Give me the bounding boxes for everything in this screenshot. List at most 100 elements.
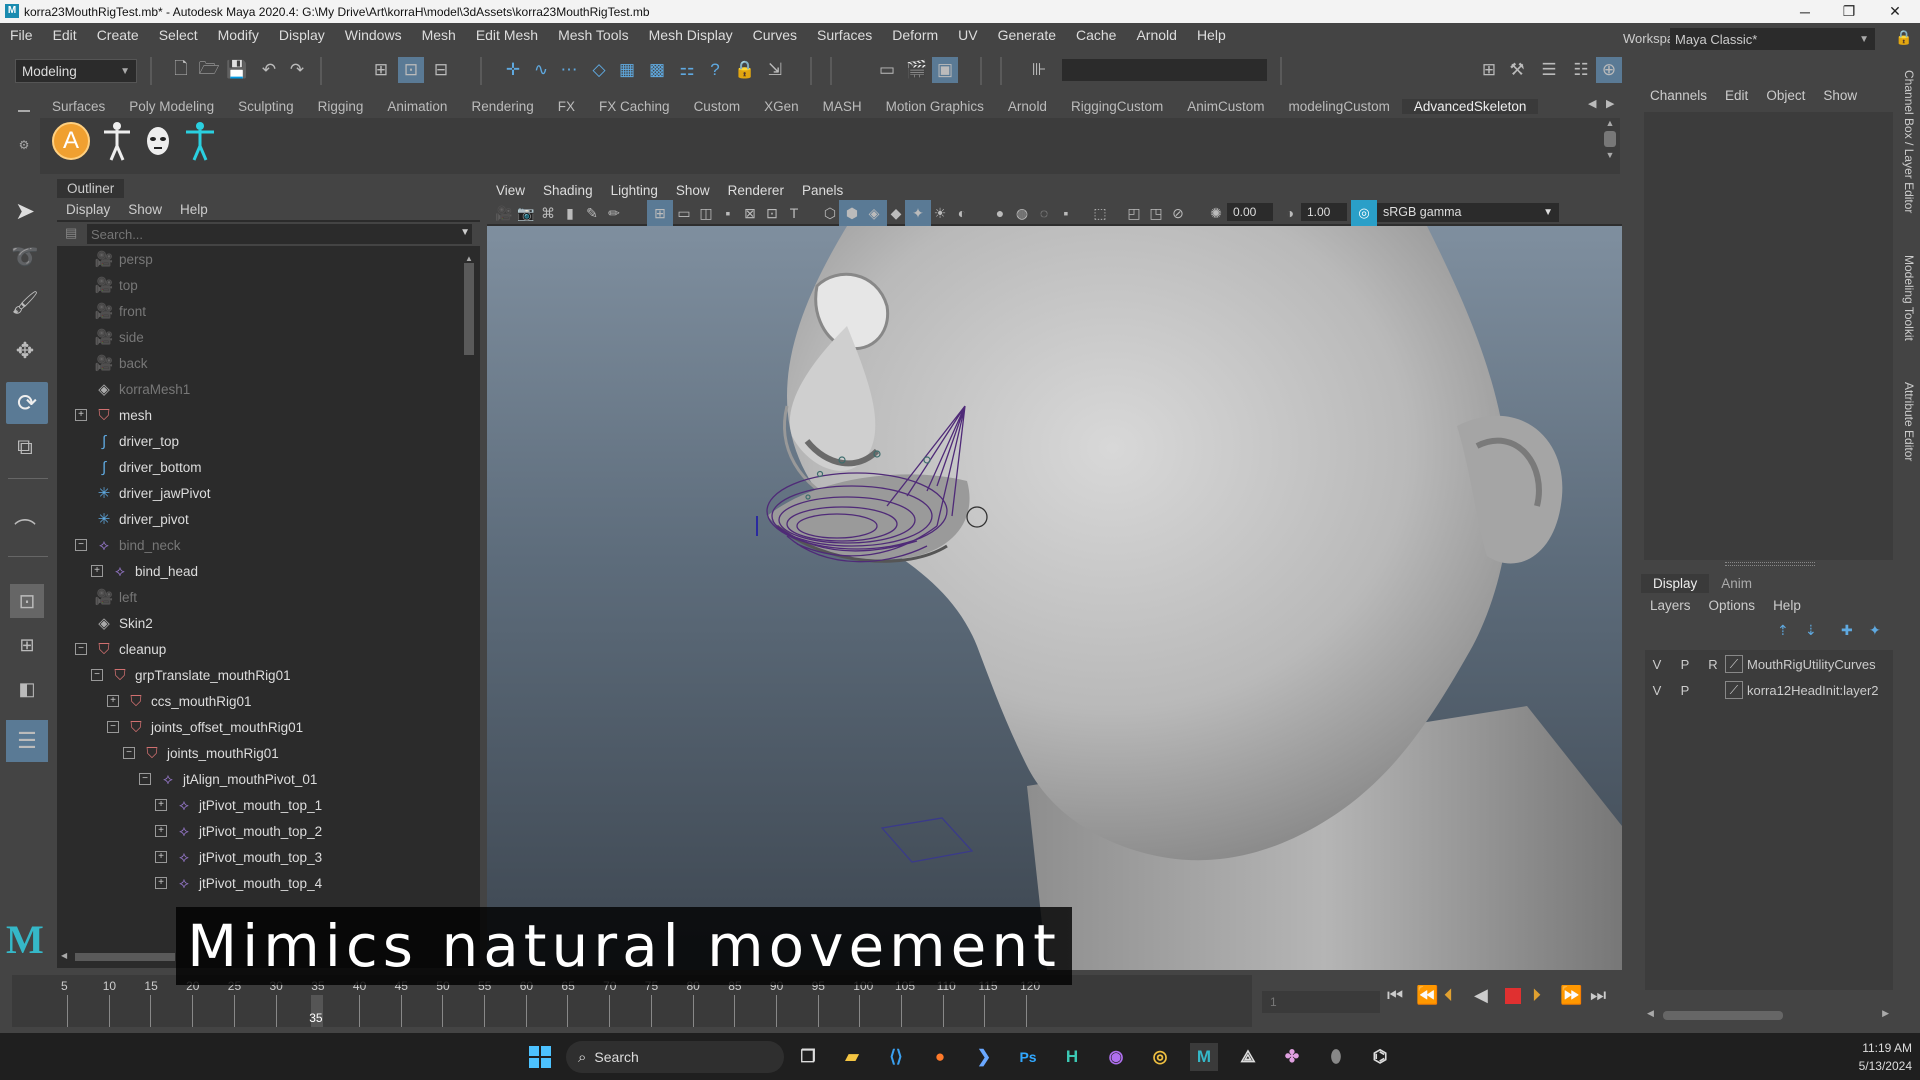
audio-app-icon[interactable]: ⬮ [1322, 1043, 1350, 1071]
menu-uv[interactable]: UV [948, 27, 987, 43]
pose-tool-icon[interactable] [183, 120, 217, 162]
move-tool-icon[interactable]: ✥ [12, 338, 38, 364]
side-tab-attribute-editor[interactable]: Attribute Editor [1902, 382, 1916, 461]
channel-box-menu-object[interactable]: Object [1757, 88, 1814, 103]
channel-box-menu-channels[interactable]: Channels [1641, 88, 1716, 103]
menu-mesh-display[interactable]: Mesh Display [639, 27, 743, 43]
ipr-render-icon[interactable]: ▣ [932, 57, 958, 83]
menu-mesh-tools[interactable]: Mesh Tools [548, 27, 639, 43]
expand-icon[interactable]: + [75, 409, 87, 421]
new-scene-icon[interactable]: 🗋 [168, 57, 194, 83]
channel-box-menu-edit[interactable]: Edit [1716, 88, 1757, 103]
step-forward-key-icon[interactable]: ⏵ [1532, 985, 1541, 1006]
stop-icon[interactable] [1505, 988, 1521, 1004]
snap-view-plane-icon[interactable]: ◇ [586, 57, 612, 83]
shelf-tab-rigging[interactable]: Rigging [306, 99, 376, 114]
side-tab-channel-box[interactable]: Channel Box / Layer Editor [1902, 70, 1916, 213]
layer-tab-display[interactable]: Display [1641, 573, 1710, 593]
render-view-icon[interactable]: ▭ [874, 57, 900, 83]
outliner-item[interactable]: + ⟡ jtPivot_mouth_top_3 [57, 844, 322, 870]
outliner-item[interactable]: ∫ driver_bottom [57, 454, 202, 480]
outliner-menu-help[interactable]: Help [171, 202, 217, 217]
outliner-item[interactable]: + ⟡ jtPivot_mouth_top_4 [57, 870, 322, 896]
collapse-icon[interactable]: − [75, 643, 87, 655]
outliner-item[interactable]: + ⟡ jtPivot_mouth_top_1 [57, 792, 322, 818]
shelf-options-icon[interactable]: ⚙ [14, 100, 34, 170]
menu-mesh[interactable]: Mesh [412, 27, 466, 43]
create-layer-from-selected-icon[interactable]: ✦ [1869, 622, 1881, 639]
viewport-menu-lighting[interactable]: Lighting [602, 183, 667, 198]
outliner-menu-display[interactable]: Display [57, 202, 119, 217]
minimize-button[interactable]: ─ [1782, 0, 1828, 23]
firefox-icon[interactable]: ● [926, 1043, 954, 1071]
gamma-field[interactable]: 1.00 [1301, 203, 1347, 221]
snap-live-icon[interactable]: ▦ [614, 57, 640, 83]
filter-icon[interactable]: ▤ [65, 225, 77, 241]
collapse-icon[interactable]: − [107, 721, 119, 733]
shelf-tab-rendering[interactable]: Rendering [459, 99, 545, 114]
side-tab-modeling-toolkit[interactable]: Modeling Toolkit [1902, 255, 1916, 341]
select-component-icon[interactable]: ⊟ [428, 57, 454, 83]
shelf-tab-custom[interactable]: Custom [682, 99, 753, 114]
outliner-item[interactable]: − ⛉ joints_mouthRig01 [57, 740, 279, 766]
help-icon[interactable]: ? [702, 57, 728, 83]
menu-curves[interactable]: Curves [743, 27, 807, 43]
shelf-tab-arnold[interactable]: Arnold [996, 99, 1059, 114]
outliner-scrollbar[interactable]: ▲ [463, 254, 475, 968]
shelf-tab-animcustom[interactable]: AnimCustom [1175, 99, 1276, 114]
collapse-icon[interactable]: − [123, 747, 135, 759]
outliner-item[interactable]: − ⟡ bind_neck [57, 532, 181, 558]
collapse-icon[interactable]: − [139, 773, 151, 785]
go-to-start-icon[interactable]: ⏮ [1387, 985, 1403, 1006]
xray-joints-toggle-icon[interactable]: ⊘ [1165, 200, 1191, 226]
symmetry-icon[interactable]: ⚏ [674, 57, 700, 83]
render-frame-icon[interactable]: 🎬 [904, 57, 930, 83]
outliner-item[interactable]: + ⟡ jtPivot_mouth_top_2 [57, 818, 322, 844]
attribute-editor-toggle-icon[interactable]: ⊞ [1476, 57, 1502, 83]
shelf-tab-poly-modeling[interactable]: Poly Modeling [117, 99, 226, 114]
shelf-tab-animation[interactable]: Animation [375, 99, 459, 114]
layer-reference-toggle[interactable]: R [1701, 657, 1725, 672]
workspace-dropdown[interactable]: Maya Classic* ▼ [1670, 28, 1875, 50]
task-view-icon[interactable]: ❐ [794, 1043, 822, 1071]
collapse-icon[interactable]: − [75, 539, 87, 551]
layer-editor-hscrollbar[interactable]: ◀ ▶ [1645, 1008, 1893, 1022]
modeling-toolkit-toggle-icon[interactable]: ⊪ [1026, 57, 1052, 83]
outliner-item[interactable]: + ⟡ bind_head [57, 558, 198, 584]
select-hierarchy-icon[interactable]: ⊞ [368, 57, 394, 83]
menu-help[interactable]: Help [1187, 27, 1236, 43]
menu-generate[interactable]: Generate [988, 27, 1066, 43]
viewport-menu-renderer[interactable]: Renderer [719, 183, 793, 198]
layer-playback-toggle[interactable]: P [1669, 683, 1701, 698]
outliner-item[interactable]: − ⛉ grpTranslate_mouthRig01 [57, 662, 291, 688]
outliner-item[interactable]: ◈ Skin2 [57, 610, 153, 636]
shelf-scroll-left-icon[interactable]: ◀ [1588, 97, 1596, 110]
shelf-scroll-right-icon[interactable]: ▶ [1606, 97, 1614, 110]
save-scene-icon[interactable]: 💾 [224, 57, 250, 83]
shelf-scrollbar[interactable]: ▲ ▼ [1600, 118, 1620, 170]
taskbar-search-box[interactable]: ⌕ Search [566, 1041, 784, 1073]
menu-deform[interactable]: Deform [882, 27, 948, 43]
shadows-icon[interactable]: ◐ [949, 200, 975, 226]
windows-start-icon[interactable] [526, 1043, 554, 1071]
viewport-menu-show[interactable]: Show [667, 183, 719, 198]
outliner-item[interactable]: ✳ driver_pivot [57, 506, 189, 532]
close-button[interactable]: ✕ [1872, 0, 1918, 23]
snap-point-icon[interactable]: ⋯ [556, 57, 582, 83]
open-scene-icon[interactable]: 🗁 [196, 57, 222, 83]
outliner-toggle-icon[interactable]: ☷ [1568, 57, 1594, 83]
view-transform-dropdown[interactable]: sRGB gamma ▼ [1377, 203, 1559, 222]
outliner-item[interactable]: ∫ driver_top [57, 428, 179, 454]
safe-title-icon[interactable]: T [781, 200, 807, 226]
expand-icon[interactable]: + [155, 825, 167, 837]
lock-icon[interactable]: 🔒 [732, 57, 758, 83]
layer-editor-toggle-icon[interactable]: ⊕ [1596, 57, 1622, 83]
advanced-skeleton-button[interactable]: A [52, 122, 90, 160]
move-layer-up-icon[interactable]: ⇡ [1777, 622, 1789, 639]
maya-taskbar-icon[interactable]: M [1190, 1043, 1218, 1071]
snap-surface-icon[interactable]: ▩ [644, 57, 670, 83]
layer-menu-help[interactable]: Help [1764, 598, 1810, 613]
layer-row[interactable]: V P R ⟋ MouthRigUtilityCurves [1645, 652, 1893, 676]
lasso-tool-icon[interactable]: ➰ [11, 244, 38, 270]
step-back-frame-icon[interactable]: ⏪ [1416, 985, 1438, 1006]
